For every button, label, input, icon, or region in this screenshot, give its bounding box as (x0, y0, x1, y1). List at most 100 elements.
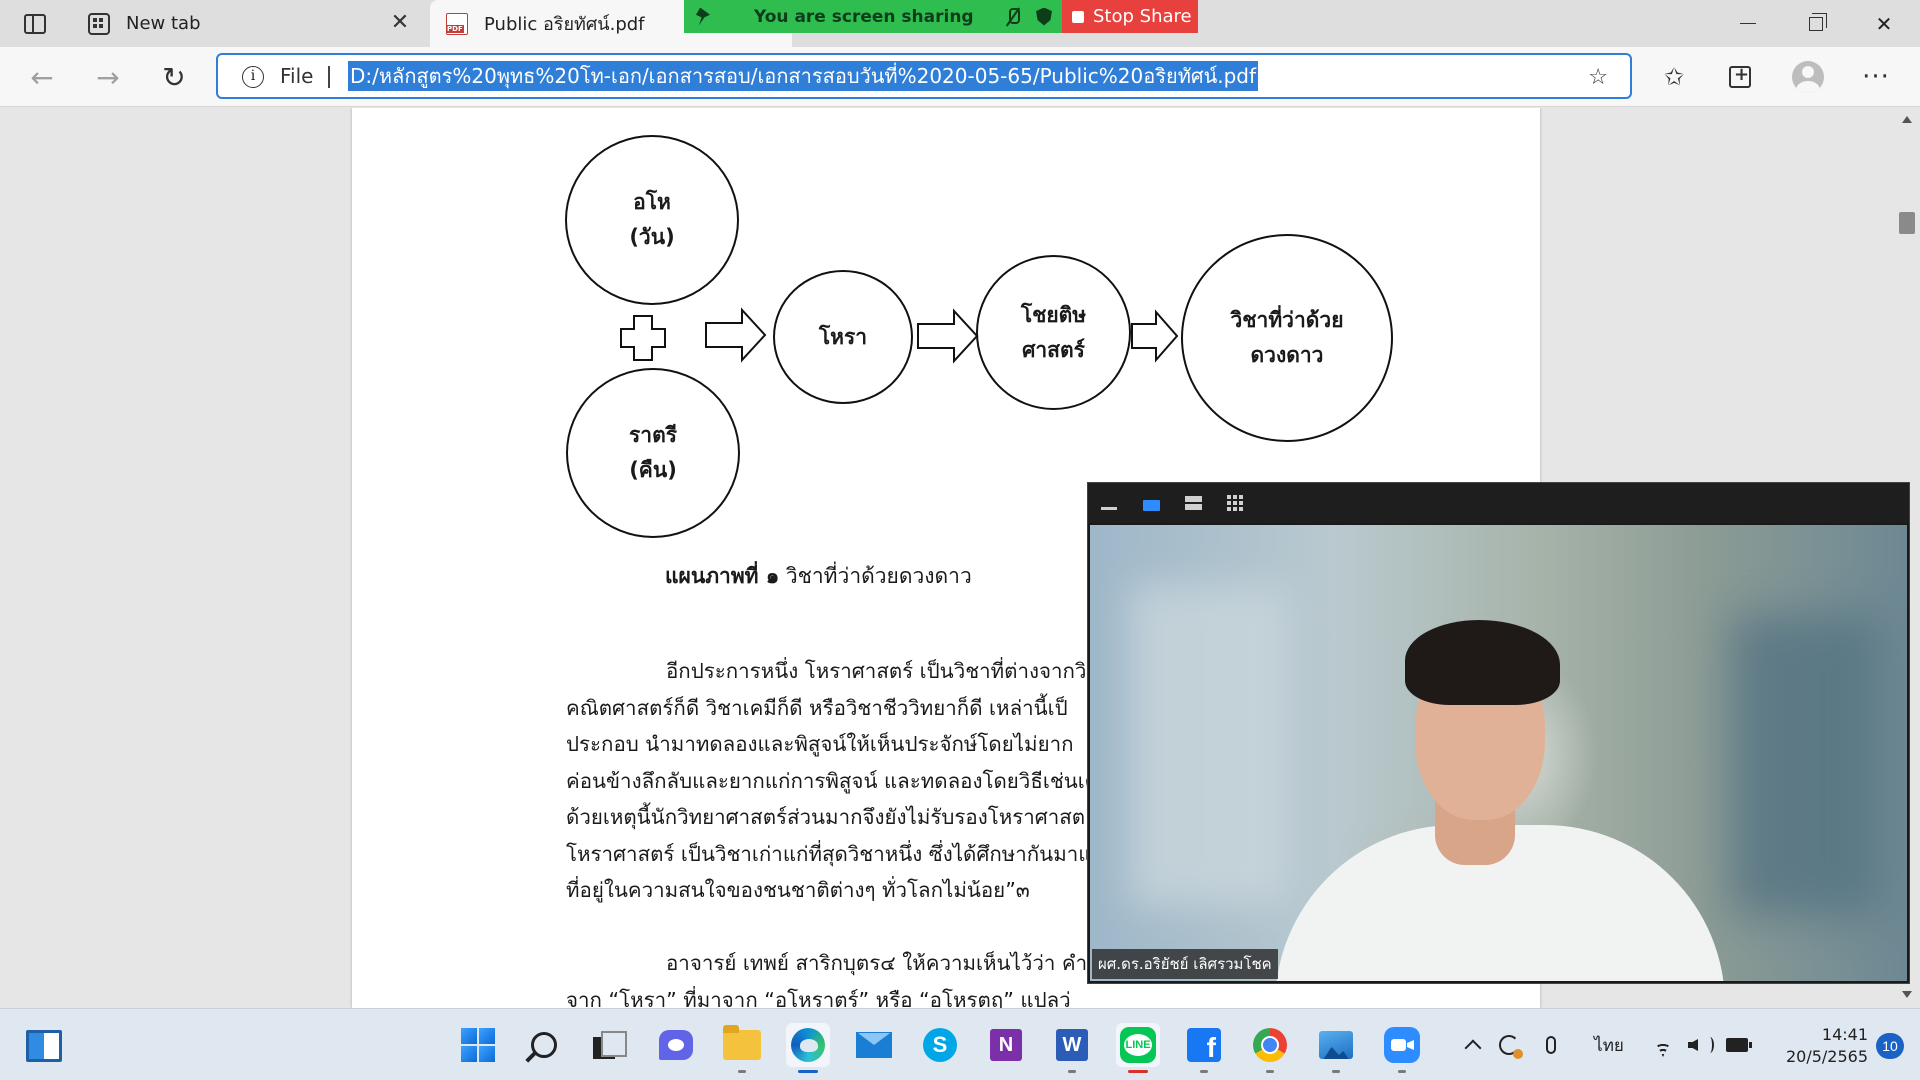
word-button[interactable]: W (1050, 1023, 1094, 1073)
url-text[interactable]: D:/หลักสูตร%20พุทธ%20โท-เอก/เอกสารสอบ/เอ… (348, 61, 1259, 91)
facebook-button[interactable]: f (1182, 1023, 1226, 1073)
photos-button[interactable] (1314, 1023, 1358, 1073)
strip-view-button[interactable] (1182, 493, 1204, 513)
search-button[interactable] (522, 1023, 566, 1067)
chrome-button[interactable] (1248, 1023, 1292, 1073)
minimize-icon (1740, 22, 1756, 25)
system-clock[interactable]: 14:41 20/5/2565 (1768, 1024, 1868, 1068)
window-close-button[interactable]: ✕ (1850, 0, 1918, 47)
tab-actions-button[interactable] (14, 10, 56, 38)
text-line: จาก “โหรา” ที่มาจาก “อโหราตร์” หรือ “อโห… (566, 987, 1071, 1009)
node-text: โหรา (818, 324, 868, 349)
avatar (1792, 61, 1824, 93)
input-language-button[interactable]: ไทย (1592, 1029, 1626, 1061)
chat-icon (659, 1030, 693, 1060)
scrollbar-thumb[interactable] (1899, 212, 1915, 234)
edge-button[interactable] (786, 1023, 830, 1073)
node-text: (วัน) (629, 225, 675, 249)
screen-share-banner: You are screen sharing Stop Share (684, 0, 1198, 33)
start-button[interactable] (456, 1023, 500, 1067)
zoom-button[interactable] (1380, 1023, 1424, 1073)
collections-icon (1729, 64, 1751, 88)
diagram-node-ohor: อโห (วัน) (565, 135, 739, 305)
gallery-view-button[interactable] (1224, 493, 1246, 513)
settings-more-button[interactable]: ··· (1858, 59, 1894, 95)
info-icon[interactable]: i (242, 66, 264, 88)
diagram-node-ratri: ราตรี (คืน) (566, 368, 740, 538)
sync-icon (1499, 1035, 1523, 1059)
onenote-icon: N (990, 1029, 1022, 1061)
clock-time: 14:41 (1821, 1025, 1868, 1044)
stop-share-button[interactable]: Stop Share (1062, 0, 1198, 33)
microphone-button[interactable] (1536, 1029, 1566, 1061)
back-button[interactable]: ← (24, 59, 60, 95)
collections-button[interactable] (1722, 59, 1758, 95)
address-separator (328, 66, 330, 88)
notification-badge[interactable]: 10 (1876, 1033, 1904, 1059)
tab-new-tab[interactable]: New tab ✕ (72, 0, 427, 47)
favorites-button[interactable]: ✩ (1656, 59, 1692, 95)
wifi-button[interactable] (1648, 1029, 1678, 1061)
volume-button[interactable] (1686, 1029, 1716, 1061)
battery-icon (1726, 1038, 1752, 1052)
chat-button[interactable] (654, 1023, 698, 1067)
diagram-node-jyotisha: โชยติษ ศาสตร์ (976, 255, 1131, 410)
figure-title: วิชาที่ว่าด้วยดวงดาว (779, 564, 972, 588)
favorites-icon: ✩ (1663, 63, 1685, 91)
line-button[interactable]: LINE (1116, 1023, 1160, 1073)
widgets-button[interactable] (26, 1030, 62, 1062)
screen-share-status[interactable]: You are screen sharing (684, 0, 1062, 33)
window-minimize-button[interactable] (1714, 0, 1782, 47)
task-view-button[interactable] (586, 1023, 630, 1067)
show-hidden-icons-button[interactable] (1460, 1029, 1486, 1061)
battery-button[interactable] (1722, 1029, 1752, 1061)
arrow-right-shape (1131, 309, 1179, 363)
new-tab-icon (88, 12, 110, 35)
address-bar[interactable]: i File D:/หลักสูตร%20พุทธ%20โท-เอก/เอกสา… (216, 53, 1632, 99)
figure-caption: แผนภาพที่ ๑ วิชาที่ว่าด้วยดวงดาว (665, 560, 972, 593)
clock-date: 20/5/2565 (1785, 1047, 1868, 1066)
scroll-down-icon[interactable] (1902, 991, 1912, 998)
tab-strip: New tab ✕ Public อริยทัศน์.pdf You are s… (0, 0, 1920, 47)
tab-label: Public อริยทัศน์.pdf (484, 14, 645, 35)
onedrive-sync-button[interactable] (1494, 1029, 1524, 1061)
video-call-window[interactable]: ผศ.ดร.อริยัชย์ เลิศรวมโชค (1087, 482, 1910, 984)
mail-button[interactable] (852, 1023, 896, 1067)
mic-muted-icon (1006, 7, 1020, 26)
pdf-icon (446, 12, 468, 35)
chrome-icon (1253, 1028, 1287, 1062)
plus-symbol (620, 315, 666, 361)
close-icon: ✕ (1875, 11, 1893, 36)
node-text: ศาสตร์ (1022, 337, 1085, 362)
line-icon: LINE (1120, 1027, 1156, 1063)
browser-toolbar: ← → ↻ i File D:/หลักสูตร%20พุทธ%20โท-เอก… (0, 47, 1920, 107)
speaker-view-button[interactable] (1140, 493, 1162, 513)
word-icon: W (1056, 1029, 1088, 1061)
facebook-icon: f (1187, 1028, 1221, 1062)
photos-icon (1319, 1031, 1353, 1059)
tab-close-button[interactable]: ✕ (387, 10, 413, 36)
onenote-button[interactable]: N (984, 1023, 1028, 1067)
file-explorer-button[interactable] (720, 1023, 764, 1073)
screen-share-message: You are screen sharing (754, 6, 974, 27)
taskbar: S N W LINE f ไทย 14:41 20/5/2565 10 (0, 1008, 1920, 1080)
add-favorite-icon[interactable]: ☆ (1588, 65, 1608, 90)
diagram-node-astrology: วิชาที่ว่าด้วย ดวงดาว (1181, 234, 1393, 442)
node-text: ดวงดาว (1250, 343, 1324, 367)
volume-icon (1688, 1039, 1698, 1051)
arrow-left-icon: ← (30, 60, 54, 94)
node-text: อโห (633, 190, 671, 215)
stop-icon (1072, 10, 1084, 23)
scroll-up-icon[interactable] (1902, 116, 1912, 123)
reload-button[interactable]: ↻ (156, 59, 192, 95)
node-text: (คืน) (629, 458, 677, 482)
reload-icon: ↻ (162, 60, 186, 94)
profile-button[interactable] (1790, 59, 1826, 95)
forward-button[interactable]: → (90, 59, 126, 95)
task-view-icon (593, 1031, 627, 1059)
minimize-video-button[interactable] (1098, 493, 1120, 513)
window-restore-button[interactable] (1782, 0, 1850, 47)
restore-icon (1809, 12, 1827, 31)
skype-button[interactable]: S (918, 1023, 962, 1067)
search-icon (531, 1032, 557, 1058)
